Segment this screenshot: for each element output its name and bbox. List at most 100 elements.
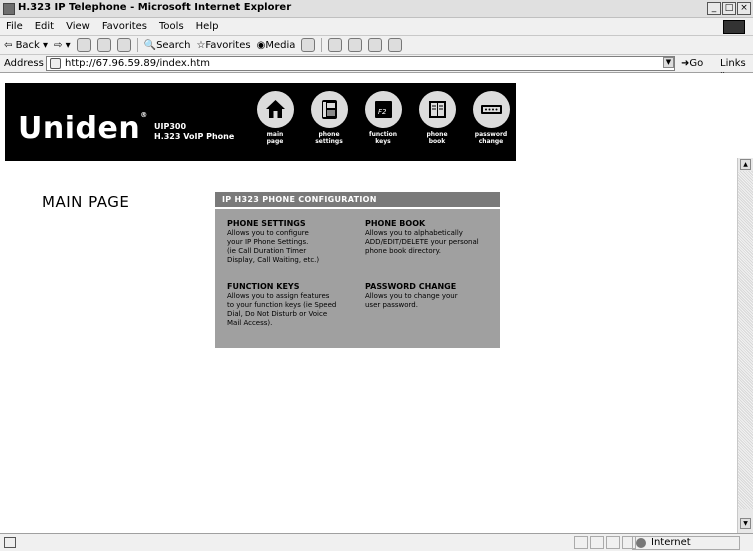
nav-phone-settings[interactable]: phone settings xyxy=(304,91,354,145)
uniden-header-banner: Uniden® UIP300 H.323 VoIP Phone main page… xyxy=(5,83,516,161)
phone-settings-icon xyxy=(310,91,348,128)
address-input[interactable]: http://67.96.59.89/index.htm xyxy=(46,56,675,71)
password-change-section: PASSWORD CHANGE Allows you to change you… xyxy=(365,282,500,310)
nav-main-page[interactable]: main page xyxy=(250,91,300,145)
go-label: Go xyxy=(689,58,704,69)
nav-phone-book-label-2: book xyxy=(428,138,446,145)
section-title: PHONE SETTINGS xyxy=(227,219,306,228)
model-description: H.323 VoIP Phone xyxy=(154,132,235,141)
section-line: Allows you to change your xyxy=(365,292,458,300)
address-label: Address xyxy=(4,58,44,69)
nav-password-change-label-2: change xyxy=(478,138,504,145)
phone-book-section: PHONE BOOK Allows you to alphabetically … xyxy=(365,219,500,256)
media-button[interactable]: ◉Media xyxy=(257,40,296,51)
section-line: Allows you to alphabetically xyxy=(365,229,463,237)
status-cell xyxy=(590,536,604,549)
nav-phone-book[interactable]: phone book xyxy=(412,91,462,145)
refresh-icon[interactable] xyxy=(96,38,111,52)
scrollbar-track[interactable] xyxy=(738,171,753,509)
menu-view[interactable]: View xyxy=(66,21,90,32)
security-zone: Internet xyxy=(632,536,740,550)
print-icon[interactable] xyxy=(348,38,363,52)
model-label: UIP300 H.323 VoIP Phone xyxy=(154,122,234,142)
section-line: user password. xyxy=(365,301,418,309)
password-icon xyxy=(472,91,510,128)
nav-main-page-label-2: page xyxy=(266,138,284,145)
address-bar: Address http://67.96.59.89/index.htm ▼ ➜… xyxy=(0,55,753,80)
discuss-icon[interactable] xyxy=(388,38,403,52)
nav-password-change[interactable]: password change xyxy=(466,91,516,145)
panel-heading: IP H323 PHONE CONFIGURATION xyxy=(215,192,500,209)
back-label: Back xyxy=(15,39,40,51)
section-line: to your function keys (ie Speed xyxy=(227,301,337,309)
menu-help[interactable]: Help xyxy=(196,21,219,32)
function-keys-icon: F2 xyxy=(364,91,402,128)
section-line: (ie Call Duration Timer xyxy=(227,247,307,255)
status-cells xyxy=(574,536,636,549)
vertical-scrollbar[interactable]: ▲ ▼ xyxy=(737,158,753,533)
section-line: Allows you to configure xyxy=(227,229,309,237)
nav-function-keys-label: function xyxy=(368,131,398,138)
section-line: Display, Call Waiting, etc.) xyxy=(227,256,320,264)
registered-mark: ® xyxy=(140,111,148,119)
favorites-label: Favorites xyxy=(205,39,251,51)
menu-edit[interactable]: Edit xyxy=(35,21,54,32)
nav-phone-settings-label-2: settings xyxy=(315,138,343,145)
window-controls: _ □ × xyxy=(707,2,751,15)
status-bar: Internet xyxy=(0,533,753,551)
address-dropdown-button[interactable]: ▼ xyxy=(663,57,674,68)
section-line: your IP Phone Settings. xyxy=(227,238,309,246)
svg-text:F2: F2 xyxy=(378,108,387,116)
section-title: PASSWORD CHANGE xyxy=(365,282,457,291)
go-button[interactable]: ➜Go xyxy=(681,58,703,69)
menu-tools[interactable]: Tools xyxy=(159,21,184,32)
nav-main-page-label: main xyxy=(266,131,284,138)
nav-password-change-label: password xyxy=(474,131,508,138)
mail-icon[interactable] xyxy=(328,38,343,52)
search-label: Search xyxy=(156,39,191,51)
model-number: UIP300 xyxy=(154,122,187,131)
scroll-down-arrow-icon[interactable]: ▼ xyxy=(740,518,751,529)
toolbar-separator xyxy=(136,38,138,52)
nav-phone-book-label: phone xyxy=(426,131,448,138)
standard-toolbar: ⇦ Back ▾ ⇨ ▾ 🔍Search ☆Favorites ◉Media xyxy=(0,36,753,55)
phone-book-icon xyxy=(418,91,456,128)
back-button[interactable]: ⇦ Back ▾ xyxy=(4,40,48,51)
toolbar-separator xyxy=(321,38,323,52)
nav-function-keys-label-2: keys xyxy=(375,138,391,145)
favorites-button[interactable]: ☆Favorites xyxy=(196,40,250,51)
title-bar: H.323 IP Telephone - Microsoft Internet … xyxy=(0,0,753,18)
section-title: FUNCTION KEYS xyxy=(227,282,300,291)
section-line: ADD/EDIT/DELETE your personal xyxy=(365,238,479,246)
scroll-up-arrow-icon[interactable]: ▲ xyxy=(740,159,751,170)
section-line: Dial, Do Not Disturb or Voice xyxy=(227,310,328,318)
page-title: MAIN PAGE xyxy=(42,193,130,211)
ie-app-icon xyxy=(3,3,15,15)
menu-favorites[interactable]: Favorites xyxy=(102,21,147,32)
nav-phone-settings-label: phone xyxy=(318,131,340,138)
forward-button[interactable]: ⇨ ▾ xyxy=(54,40,71,51)
section-line: phone book directory. xyxy=(365,247,441,255)
home-icon[interactable] xyxy=(116,38,131,52)
menu-file[interactable]: File xyxy=(6,21,23,32)
history-icon[interactable] xyxy=(301,38,316,52)
house-icon xyxy=(256,91,294,128)
stop-icon[interactable] xyxy=(76,38,91,52)
search-button[interactable]: 🔍Search xyxy=(144,40,191,51)
address-url: http://67.96.59.89/index.htm xyxy=(65,58,210,69)
windows-flag-icon xyxy=(723,20,745,34)
window-title: H.323 IP Telephone - Microsoft Internet … xyxy=(18,2,292,13)
minimize-button[interactable]: _ xyxy=(707,2,721,15)
media-label: Media xyxy=(265,39,296,51)
nav-function-keys[interactable]: F2 function keys xyxy=(358,91,408,145)
phone-settings-section: PHONE SETTINGS Allows you to configure y… xyxy=(227,219,362,265)
configuration-panel: IP H323 PHONE CONFIGURATION PHONE SETTIN… xyxy=(215,192,500,348)
status-cell xyxy=(606,536,620,549)
uniden-logo: Uniden® xyxy=(18,111,148,146)
status-cell xyxy=(574,536,588,549)
page-status-icon xyxy=(4,537,16,548)
maximize-button[interactable]: □ xyxy=(722,2,736,15)
edit-icon[interactable] xyxy=(368,38,383,52)
close-button[interactable]: × xyxy=(737,2,751,15)
section-line: Mail Access). xyxy=(227,319,273,327)
